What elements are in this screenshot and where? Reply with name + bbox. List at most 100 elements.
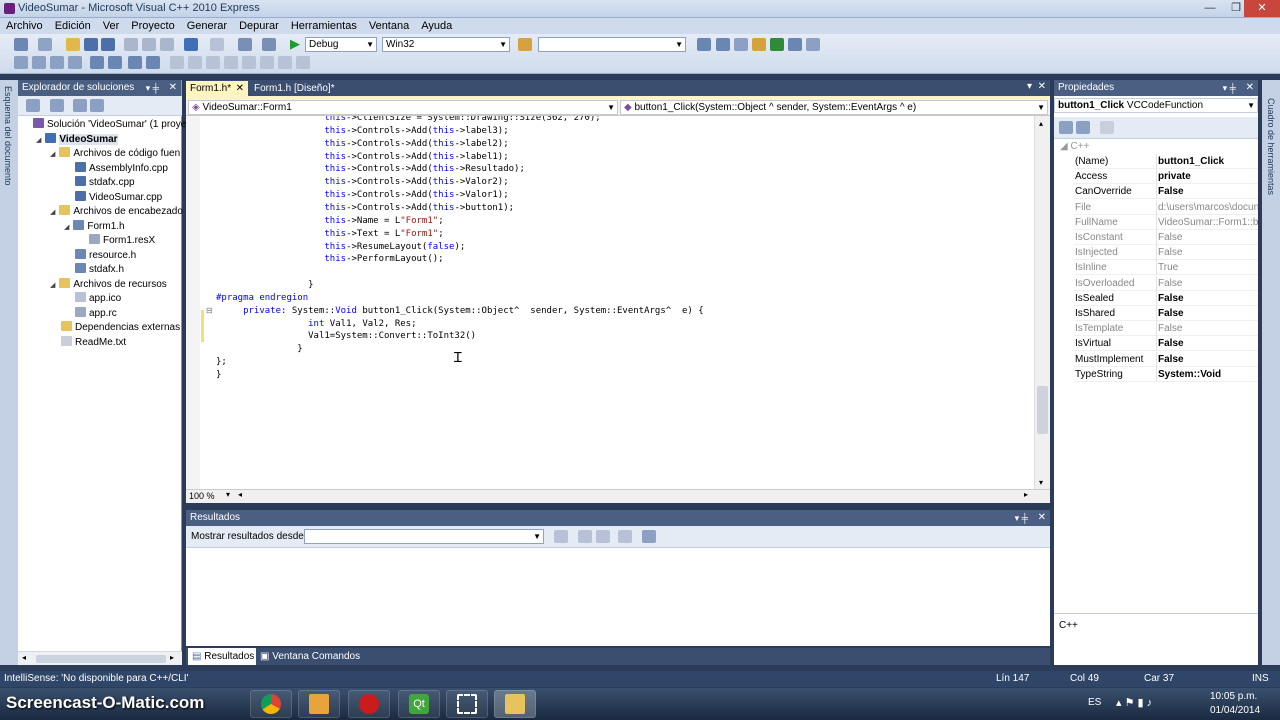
code-line[interactable]: Val1=System::Convert::ToInt32() [216, 330, 476, 342]
property-value[interactable]: False [1156, 230, 1258, 245]
property-value[interactable]: d:\users\marcos\docun [1156, 199, 1258, 215]
parameter-info-icon[interactable] [50, 56, 64, 69]
code-line[interactable]: } [216, 279, 313, 291]
property-value[interactable]: VideoSumar::Form1::bu [1156, 214, 1258, 230]
property-row[interactable]: IsVirtual False [1074, 336, 1258, 352]
tree-item[interactable]: app.rc [64, 306, 117, 320]
save-all-icon[interactable] [101, 38, 115, 51]
zoom-dropdown-icon[interactable]: ▾ [226, 490, 230, 499]
code-line[interactable]: } [216, 369, 221, 381]
output-source-select[interactable]: ▼ [304, 529, 544, 544]
platform-select[interactable]: Win32 ▼ [382, 37, 510, 52]
close-panel-icon[interactable]: ✕ [169, 80, 177, 96]
properties-window-icon[interactable] [716, 38, 730, 51]
expand-icon[interactable]: ◢ [36, 137, 41, 144]
scroll-right-icon[interactable]: ▸ [1024, 490, 1028, 499]
redo-icon[interactable] [210, 38, 224, 51]
scroll-down-icon[interactable]: ▾ [1039, 478, 1043, 487]
view-class-diagram-icon[interactable] [90, 99, 104, 112]
clock-time[interactable]: 10:05 p.m. [1210, 691, 1257, 702]
scroll-left-icon[interactable]: ◂ [22, 653, 26, 662]
bookmark-icon[interactable] [170, 56, 184, 69]
code-line[interactable]: this->Text = L"Form1"; [216, 228, 443, 240]
code-line[interactable]: }; [216, 356, 227, 368]
expand-icon[interactable]: ◢ [64, 224, 69, 231]
property-value[interactable]: True [1156, 260, 1258, 276]
property-value[interactable]: False [1156, 336, 1258, 352]
property-row[interactable]: IsInjected False [1074, 245, 1258, 261]
zoom-level[interactable]: 100 % [189, 491, 215, 501]
property-row[interactable]: IsTemplate False [1074, 321, 1258, 337]
comment-icon[interactable] [128, 56, 142, 69]
show-all-files-icon[interactable] [50, 99, 64, 112]
property-value[interactable]: private [1156, 169, 1258, 185]
close-document-icon[interactable]: ✕ [1038, 81, 1046, 92]
code-line[interactable]: this->Controls->Add(this->button1); [216, 202, 514, 214]
minimize-icon[interactable]: — [1196, 0, 1224, 17]
cut-icon[interactable] [124, 38, 138, 51]
clock-date[interactable]: 01/04/2014 [1210, 705, 1260, 716]
opera-taskbar-button[interactable] [348, 690, 390, 718]
menu-item-ventana[interactable]: Ventana [363, 18, 415, 33]
pin-icon[interactable]: ▾ ╪ [1015, 510, 1028, 526]
quick-info-icon[interactable] [68, 56, 82, 69]
results-output[interactable] [186, 548, 1050, 646]
tree-item[interactable]: stdafx.h [64, 263, 124, 276]
code-line[interactable]: } [216, 343, 302, 355]
paste-icon[interactable] [160, 38, 174, 51]
tree-item[interactable]: resource.h [64, 248, 136, 262]
menu-item-edicion[interactable]: Edición [49, 18, 97, 33]
tree-item[interactable]: Dependencias externas [50, 321, 180, 334]
visual-studio-taskbar-button[interactable] [494, 690, 536, 718]
tree-item[interactable]: ◢ Archivos de código fuen [50, 147, 180, 161]
property-row[interactable]: MustImplement False [1074, 351, 1258, 367]
code-line[interactable]: this->Controls->Add(this->Valor1); [216, 189, 508, 201]
increase-indent-icon[interactable] [108, 56, 122, 69]
category-row[interactable]: ◢ C++ [1054, 139, 1258, 154]
property-value[interactable]: False [1156, 184, 1258, 200]
property-row[interactable]: IsShared False [1074, 306, 1258, 321]
property-value[interactable]: False [1156, 306, 1258, 321]
menu-item-proyecto[interactable]: Proyecto [125, 18, 180, 33]
code-line[interactable]: this->Controls->Add(this->Resultado); [216, 163, 525, 175]
find-in-files-icon[interactable] [518, 38, 532, 51]
expand-icon[interactable]: ◢ [50, 282, 55, 289]
close-panel-icon[interactable]: ✕ [1246, 80, 1254, 96]
output-window-icon[interactable] [806, 38, 820, 51]
next-message-icon[interactable] [596, 530, 610, 543]
object-select[interactable]: button1_Click VCCodeFunction ▼ [1054, 98, 1258, 113]
tree-item[interactable]: Form1.resX [78, 234, 155, 247]
copy-icon[interactable] [142, 38, 156, 51]
extension-icon[interactable] [770, 38, 784, 51]
property-value[interactable]: False [1156, 321, 1258, 337]
menu-item-ver[interactable]: Ver [97, 18, 126, 33]
code-line[interactable]: this->PerformLayout(); [216, 253, 443, 265]
expand-icon[interactable]: ◢ [50, 209, 55, 216]
scroll-up-icon[interactable]: ▴ [1039, 119, 1043, 128]
property-pages-icon[interactable] [1100, 121, 1114, 134]
code-editor[interactable]: ⊟ this->ClientSize = System::Drawing::Si… [186, 116, 1050, 489]
tab-command-window[interactable]: ▣ Ventana Comandos [258, 648, 368, 665]
object-browser-icon[interactable] [734, 38, 748, 51]
tree-item[interactable]: ◢ VideoSumar [36, 132, 118, 147]
vertical-scrollbar[interactable]: ▴ ▾ [1034, 116, 1050, 489]
tree-item[interactable]: app.ico [64, 292, 121, 305]
code-line[interactable]: this->ClientSize = System::Drawing::Size… [216, 116, 600, 124]
tree-item[interactable]: stdafx.cpp [64, 176, 135, 189]
code-line[interactable]: private: System::Void button1_Click(Syst… [216, 305, 704, 317]
notification-icons[interactable]: ▴ ⚑ ▮ ♪ [1116, 696, 1152, 709]
property-row[interactable]: CanOverride False [1074, 184, 1258, 200]
apps-taskbar-button[interactable] [298, 690, 340, 718]
tree-item[interactable]: AssemblyInfo.cpp [64, 161, 168, 175]
property-row[interactable]: IsInline True [1074, 260, 1258, 276]
categorized-icon[interactable] [1059, 121, 1073, 134]
tree-item[interactable]: ReadMe.txt [50, 335, 126, 349]
property-row[interactable]: IsConstant False [1074, 230, 1258, 245]
property-row[interactable]: TypeString System::Void [1074, 366, 1258, 382]
tab-form1-h[interactable]: Form1.h* ✕ [186, 81, 248, 96]
prev-bookmark-doc-icon[interactable] [260, 56, 274, 69]
pin-icon[interactable]: ▾ ╪ [146, 80, 159, 96]
next-bookmark-icon[interactable] [206, 56, 220, 69]
close-window-icon[interactable]: ✕ [1244, 0, 1280, 17]
property-value[interactable]: False [1156, 351, 1258, 367]
